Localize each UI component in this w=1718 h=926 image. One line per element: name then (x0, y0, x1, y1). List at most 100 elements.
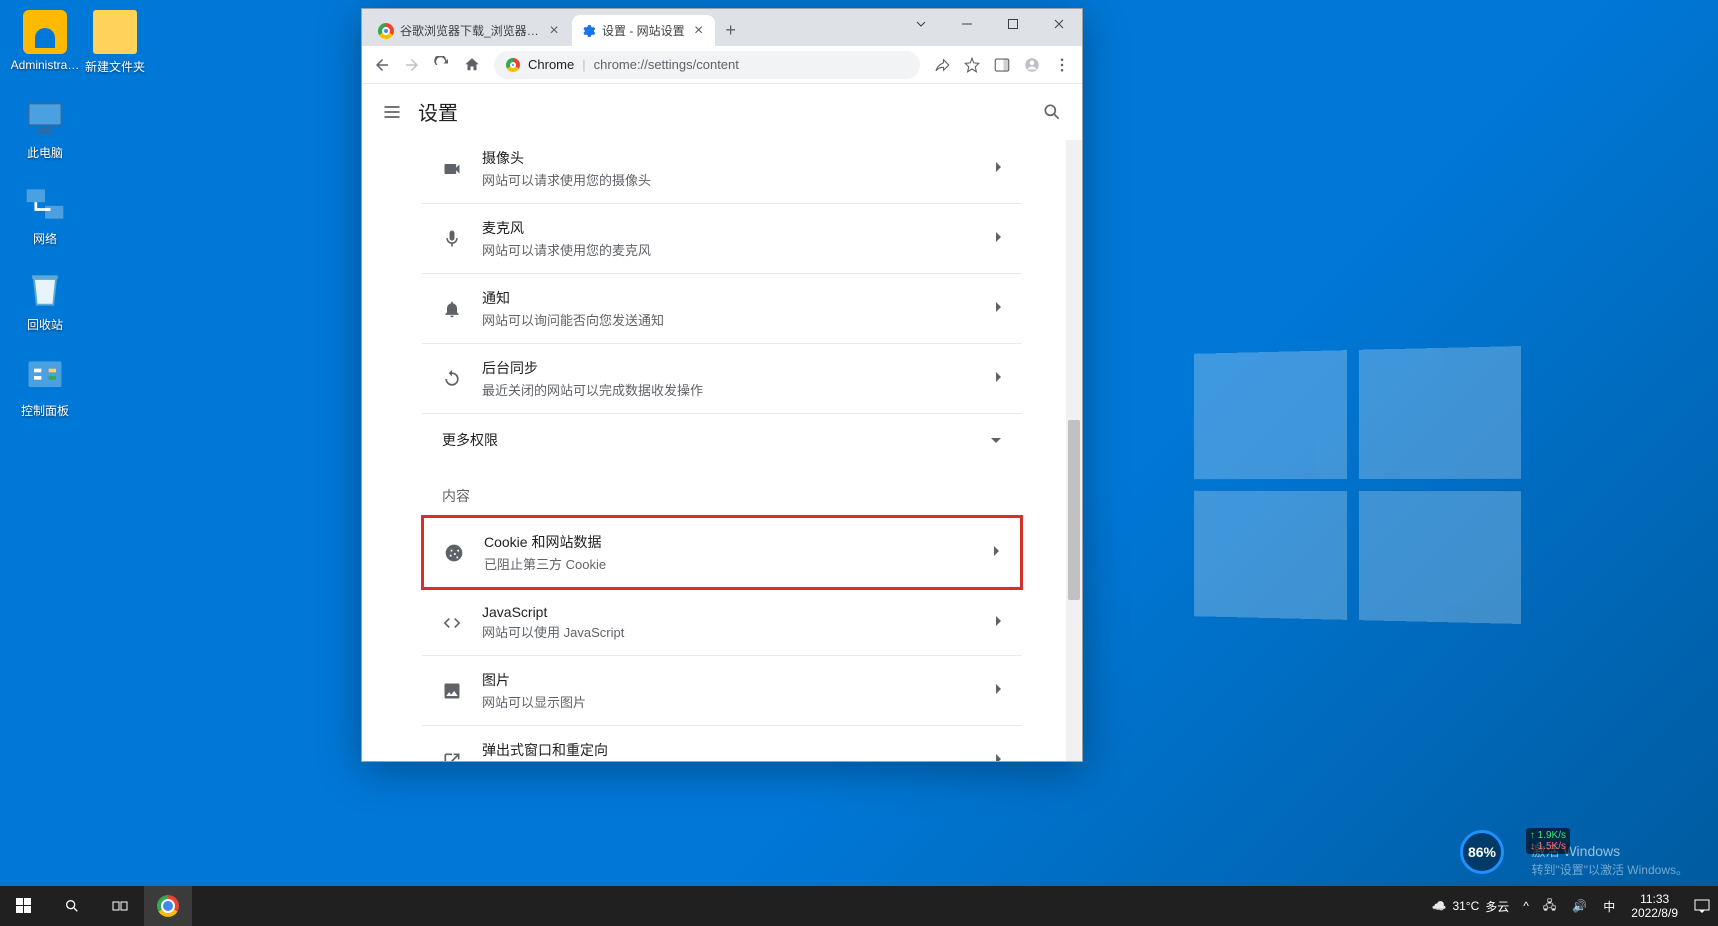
taskbar-chrome[interactable] (144, 886, 192, 926)
action-center-button[interactable] (1686, 886, 1718, 926)
forward-button[interactable] (398, 51, 426, 79)
menu-button[interactable] (1048, 51, 1076, 79)
user-icon (23, 10, 67, 54)
search-button[interactable] (48, 886, 96, 926)
search-icon[interactable] (1042, 102, 1062, 122)
share-button[interactable] (928, 51, 956, 79)
row-subtitle: 网站可以显示图片 (482, 692, 974, 711)
bookmark-button[interactable] (958, 51, 986, 79)
tray-overflow[interactable]: ^ (1517, 886, 1535, 926)
close-window-button[interactable] (1036, 9, 1082, 39)
camera-icon (442, 159, 462, 179)
row-subtitle: 已阻止第三方 Cookie (484, 554, 972, 573)
row-title: 弹出式窗口和重定向 (482, 740, 974, 760)
icon-label: Administra… (10, 58, 80, 72)
weather-widget[interactable]: ☁️ 31°C 多云 (1424, 886, 1518, 926)
reload-button[interactable] (428, 51, 456, 79)
tab-strip: 谷歌浏览器下载_浏览器官网入口 × 设置 - 网站设置 × + (362, 9, 898, 46)
system-tray: ☁️ 31°C 多云 ^ 🖧 🔊 中 11:33 2022/8/9 (1424, 886, 1718, 926)
maximize-button[interactable] (990, 9, 1036, 39)
desktop-icon-administrator[interactable]: Administra… (10, 10, 80, 72)
task-view-button[interactable] (96, 886, 144, 926)
chevron-down-icon (990, 431, 1002, 449)
desktop-icon-recycle-bin[interactable]: 回收站 (10, 268, 80, 333)
row-notifications[interactable]: 通知 网站可以询问能否向您发送通知 (422, 273, 1022, 343)
menu-icon[interactable] (382, 102, 402, 122)
row-javascript[interactable]: JavaScript 网站可以使用 JavaScript (422, 589, 1022, 655)
icon-label: 新建文件夹 (80, 58, 150, 75)
activate-line2: 转到"设置"以激活 Windows。 (1531, 861, 1688, 878)
url-separator: | (582, 57, 585, 72)
chevron-right-icon (992, 544, 1000, 562)
chevron-right-icon (994, 370, 1002, 388)
url-path: chrome://settings/content (594, 57, 739, 72)
chrome-titlebar[interactable]: 谷歌浏览器下载_浏览器官网入口 × 设置 - 网站设置 × + (362, 9, 1082, 46)
weather-icon: ☁️ (1432, 899, 1447, 913)
tray-network-icon[interactable]: 🖧 (1535, 886, 1564, 926)
home-button[interactable] (458, 51, 486, 79)
tab-settings[interactable]: 设置 - 网站设置 × (572, 15, 715, 46)
settings-content: 摄像头 网站可以请求使用您的摄像头 麦克风 网站可以请求使用您的麦克风 通知 网… (362, 140, 1082, 761)
profile-button[interactable] (1018, 51, 1046, 79)
row-microphone[interactable]: 麦克风 网站可以请求使用您的麦克风 (422, 203, 1022, 273)
chevron-right-icon (994, 614, 1002, 632)
popup-icon (442, 751, 462, 762)
icon-label: 此电脑 (10, 144, 80, 161)
settings-panel: 摄像头 网站可以请求使用您的摄像头 麦克风 网站可以请求使用您的麦克风 通知 网… (422, 140, 1022, 761)
desktop-icon-this-pc[interactable]: 此电脑 (10, 96, 80, 161)
row-title: 麦克风 (482, 218, 974, 238)
icon-label: 网络 (10, 230, 80, 247)
row-title: 后台同步 (482, 358, 974, 378)
desktop-icon-control-panel[interactable]: 控制面板 (10, 354, 80, 419)
start-button[interactable] (0, 886, 48, 926)
vertical-scrollbar[interactable] (1066, 140, 1082, 761)
ime-indicator[interactable]: 中 (1595, 886, 1623, 926)
close-tab-icon[interactable]: × (546, 23, 562, 39)
url-bar[interactable]: Chrome | chrome://settings/content (494, 51, 920, 79)
row-camera[interactable]: 摄像头 网站可以请求使用您的摄像头 (422, 140, 1022, 203)
cpu-percent-indicator: 86% (1460, 830, 1504, 874)
code-icon (442, 613, 462, 633)
network-icon (23, 182, 67, 226)
settings-favicon (580, 23, 596, 39)
row-title: 图片 (482, 670, 974, 690)
row-subtitle: 网站可以请求使用您的麦克风 (482, 240, 974, 259)
tab-download-page[interactable]: 谷歌浏览器下载_浏览器官网入口 × (370, 15, 570, 46)
network-monitor-badge[interactable]: 86% ↑ 1.9K/s ↓ 1.5K/s (1460, 830, 1510, 880)
row-images[interactable]: 图片 网站可以显示图片 (422, 655, 1022, 725)
row-background-sync[interactable]: 后台同步 最近关闭的网站可以完成数据收发操作 (422, 343, 1022, 413)
side-panel-button[interactable] (988, 51, 1016, 79)
tray-sound-icon[interactable]: 🔊 (1564, 886, 1595, 926)
minimize-button[interactable] (944, 9, 990, 39)
row-title: JavaScript (482, 604, 974, 620)
url-prefix: Chrome (528, 57, 574, 72)
row-more-permissions[interactable]: 更多权限 (422, 413, 1022, 466)
desktop-icon-new-folder[interactable]: 新建文件夹 (80, 10, 150, 75)
chrome-favicon (378, 23, 394, 39)
network-speed: ↑ 1.9K/s ↓ 1.5K/s (1526, 828, 1570, 854)
new-tab-button[interactable]: + (717, 15, 745, 46)
clock[interactable]: 11:33 2022/8/9 (1623, 886, 1686, 926)
row-title: 摄像头 (482, 148, 974, 168)
drop-down-icon[interactable] (898, 9, 944, 39)
row-subtitle: 网站可以询问能否向您发送通知 (482, 310, 974, 329)
section-content-header: 内容 (422, 466, 1022, 516)
row-cookies[interactable]: Cookie 和网站数据 已阻止第三方 Cookie (421, 515, 1023, 590)
bin-icon (23, 268, 67, 312)
folder-icon (93, 10, 137, 54)
time: 11:33 (1640, 892, 1669, 906)
row-popups[interactable]: 弹出式窗口和重定向 不允许网站显示弹出式窗口或使用重定向 (422, 725, 1022, 761)
row-subtitle: 网站可以请求使用您的摄像头 (482, 170, 974, 189)
chrome-window: 谷歌浏览器下载_浏览器官网入口 × 设置 - 网站设置 × + Chrome | (362, 9, 1082, 761)
window-controls (898, 9, 1082, 46)
bell-icon (442, 299, 462, 319)
scrollbar-thumb[interactable] (1068, 420, 1080, 600)
icon-label: 控制面板 (10, 402, 80, 419)
desktop-icon-network[interactable]: 网络 (10, 182, 80, 247)
back-button[interactable] (368, 51, 396, 79)
pc-icon (23, 96, 67, 140)
date: 2022/8/9 (1631, 906, 1678, 920)
sync-icon (442, 369, 462, 389)
microphone-icon (442, 229, 462, 249)
close-tab-icon[interactable]: × (691, 23, 707, 39)
